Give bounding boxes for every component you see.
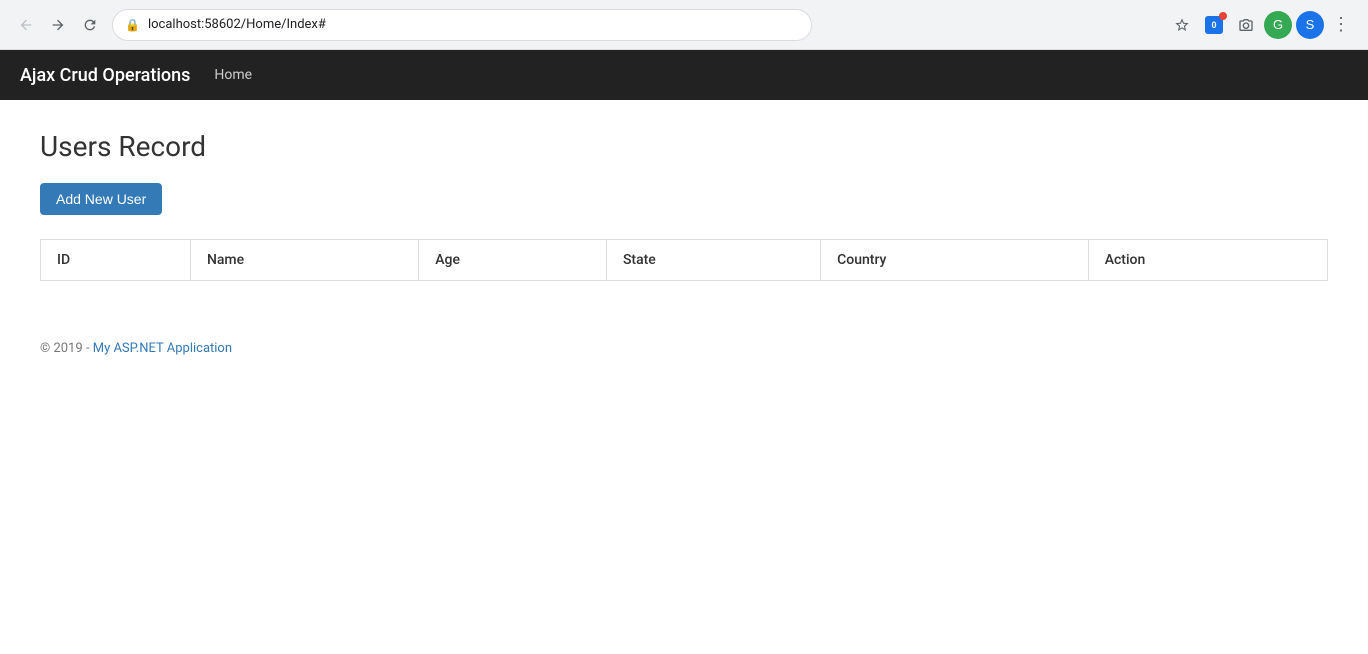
column-header-state: State bbox=[606, 240, 820, 281]
forward-button[interactable] bbox=[44, 11, 72, 39]
reload-button[interactable] bbox=[76, 11, 104, 39]
page-title: Users Record bbox=[40, 130, 1328, 163]
footer: © 2019 - My ASP.NET Application bbox=[0, 311, 1368, 386]
browser-actions: 0 G S ⋮ bbox=[1168, 11, 1356, 39]
screenshot-icon[interactable] bbox=[1232, 11, 1260, 39]
page-content: Users Record Add New User ID Name Age St… bbox=[0, 100, 1368, 311]
table-header-row: ID Name Age State Country Action bbox=[41, 240, 1328, 281]
footer-text: © 2019 - My ASP.NET Application bbox=[40, 341, 232, 356]
browser-nav-buttons bbox=[12, 11, 104, 39]
navbar: Ajax Crud Operations Home bbox=[0, 50, 1368, 100]
users-table: ID Name Age State Country Action bbox=[40, 239, 1328, 281]
column-header-name: Name bbox=[190, 240, 418, 281]
footer-link[interactable]: My ASP.NET Application bbox=[93, 341, 232, 356]
lock-icon: 🔒 bbox=[125, 18, 140, 32]
address-bar[interactable]: 🔒 localhost:58602/Home/Index# bbox=[112, 9, 812, 41]
add-new-user-button[interactable]: Add New User bbox=[40, 183, 162, 215]
url-text: localhost:58602/Home/Index# bbox=[148, 17, 799, 32]
column-header-country: Country bbox=[821, 240, 1089, 281]
column-header-action: Action bbox=[1088, 240, 1327, 281]
column-header-age: Age bbox=[419, 240, 607, 281]
navbar-brand[interactable]: Ajax Crud Operations bbox=[20, 65, 190, 86]
navbar-home-link[interactable]: Home bbox=[214, 67, 252, 83]
profile-avatar[interactable]: S bbox=[1296, 11, 1324, 39]
google-account-avatar[interactable]: G bbox=[1264, 11, 1292, 39]
column-header-id: ID bbox=[41, 240, 191, 281]
browser-chrome: 🔒 localhost:58602/Home/Index# 0 G S ⋮ bbox=[0, 0, 1368, 50]
back-button[interactable] bbox=[12, 11, 40, 39]
star-button[interactable] bbox=[1168, 11, 1196, 39]
table-header: ID Name Age State Country Action bbox=[41, 240, 1328, 281]
extension-icon[interactable]: 0 bbox=[1200, 11, 1228, 39]
browser-menu-button[interactable]: ⋮ bbox=[1328, 11, 1356, 39]
